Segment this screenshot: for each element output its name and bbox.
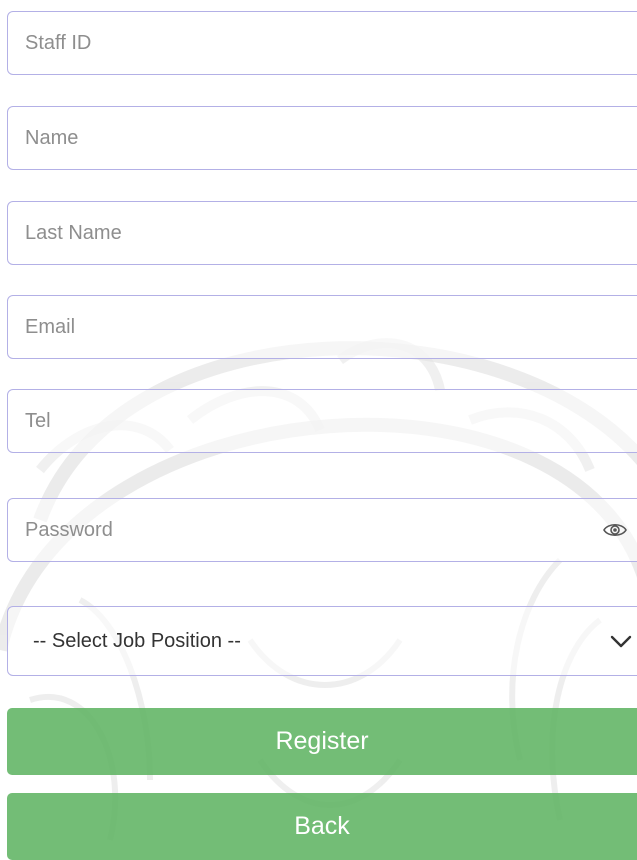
name-placeholder: Name	[25, 126, 79, 149]
back-button[interactable]: Back	[7, 793, 637, 860]
job-position-selected: -- Select Job Position --	[33, 629, 241, 652]
register-button[interactable]: Register	[7, 708, 637, 775]
password-input[interactable]: Password	[7, 498, 637, 562]
job-position-select[interactable]: -- Select Job Position --	[7, 606, 637, 676]
staff-id-placeholder: Staff ID	[25, 31, 92, 54]
register-button-label: Register	[275, 727, 369, 755]
registration-form: Staff ID Name Last Name Email Tel Passwo…	[0, 0, 637, 860]
tel-input[interactable]: Tel	[7, 389, 637, 453]
eye-icon[interactable]	[603, 521, 627, 539]
last-name-placeholder: Last Name	[25, 221, 122, 244]
last-name-input[interactable]: Last Name	[7, 201, 637, 265]
back-button-label: Back	[294, 812, 350, 840]
tel-placeholder: Tel	[25, 409, 51, 432]
staff-id-input[interactable]: Staff ID	[7, 11, 637, 75]
email-placeholder: Email	[25, 315, 76, 338]
chevron-down-icon	[610, 635, 632, 648]
name-input[interactable]: Name	[7, 106, 637, 170]
email-input[interactable]: Email	[7, 295, 637, 359]
password-placeholder: Password	[25, 518, 113, 541]
